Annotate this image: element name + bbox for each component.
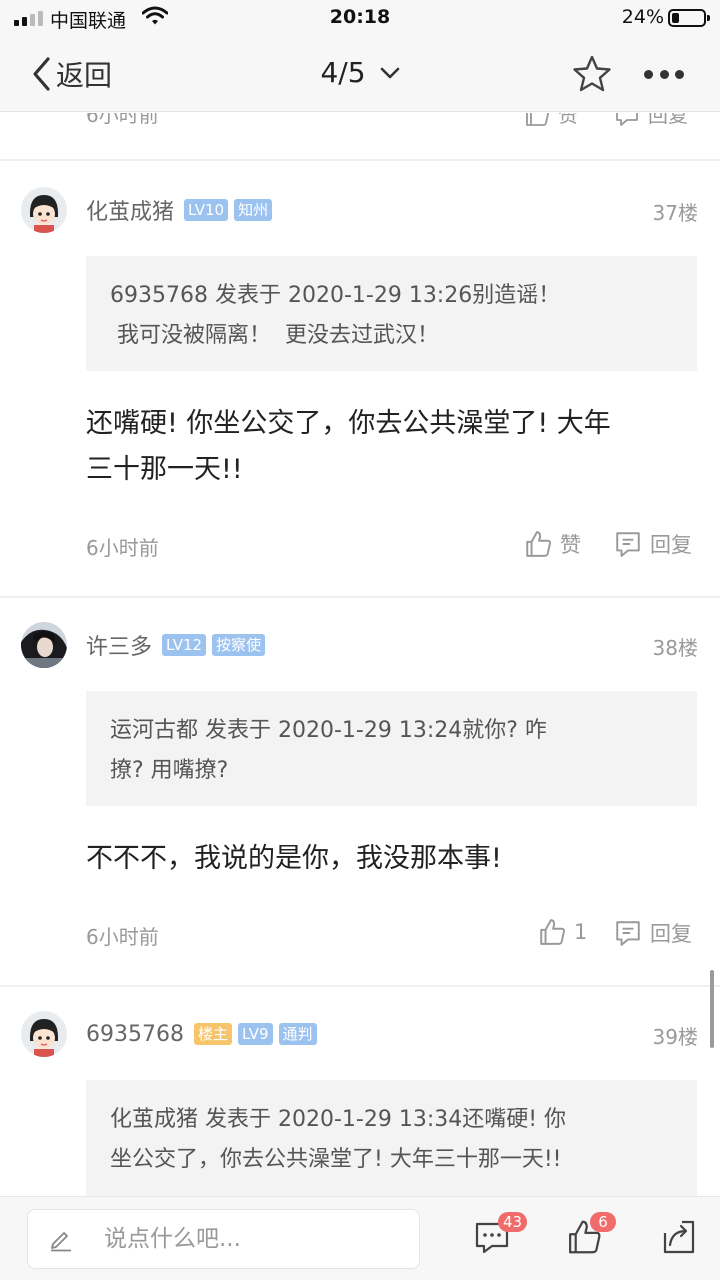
level-tag: LV10 bbox=[184, 199, 229, 221]
quote-block: 化茧成猪 发表于 2020-1-29 13:34还嘴硬! 你 坐公交了，你去公共… bbox=[86, 1080, 697, 1196]
post-time: 6小时前 bbox=[86, 113, 159, 127]
rank-tag: 知州 bbox=[234, 199, 273, 221]
body-line: 还嘴硬! 你坐公交了，你去公共澡堂了! 大年 bbox=[86, 408, 611, 439]
level-tag: LV12 bbox=[162, 634, 207, 656]
username[interactable]: 化茧成猪 bbox=[86, 194, 174, 226]
quote-block: 运河古都 发表于 2020-1-29 13:24就你? 咋 撩? 用嘴撩? bbox=[86, 691, 697, 806]
floor-number: 37楼 bbox=[652, 201, 698, 225]
like-thread-button[interactable]: 6 bbox=[566, 1212, 616, 1259]
body-line: 三十那一天!! bbox=[86, 454, 243, 485]
post-feed[interactable]: 6小时前 赞 回复 化茧成猪 LV10 知州 37楼 6935768 发表于 2… bbox=[0, 113, 720, 1196]
more-icon[interactable] bbox=[642, 54, 686, 94]
op-tag: 楼主 bbox=[193, 1023, 232, 1045]
username[interactable]: 许三多 bbox=[86, 629, 152, 661]
page-selector[interactable]: 4/5 bbox=[320, 56, 399, 89]
battery-percent: 24% bbox=[621, 6, 664, 28]
page-indicator-label: 4/5 bbox=[320, 56, 366, 89]
like-button[interactable]: 1 bbox=[538, 918, 587, 946]
share-button[interactable] bbox=[662, 1219, 702, 1259]
level-tag: LV9 bbox=[238, 1023, 273, 1045]
clock: 20:18 bbox=[329, 6, 391, 28]
reply-button[interactable]: 回复 bbox=[614, 113, 688, 128]
reply-label: 回复 bbox=[648, 113, 688, 127]
rank-tag: 按察使 bbox=[212, 634, 266, 656]
user-row: 化茧成猪 LV10 知州 bbox=[86, 194, 273, 226]
avatar[interactable] bbox=[21, 1011, 67, 1057]
pencil-icon bbox=[51, 1232, 71, 1252]
quote-line: 坐公交了，你去公共澡堂了! 大年三十那一天!! bbox=[110, 1147, 562, 1172]
like-button[interactable]: 赞 bbox=[524, 529, 581, 559]
reply-label: 回复 bbox=[650, 533, 692, 557]
user-row: 许三多 LV12 按察使 bbox=[86, 629, 266, 661]
battery-level bbox=[672, 13, 679, 23]
post-time: 6小时前 bbox=[86, 536, 159, 560]
post-body: 还嘴硬! 你坐公交了，你去公共澡堂了! 大年 三十那一天!! bbox=[86, 401, 706, 493]
post-body: 不不不，我说的是你，我没那本事! bbox=[86, 836, 706, 882]
thumbs-up-icon bbox=[526, 531, 551, 557]
like-count-badge: 6 bbox=[590, 1212, 616, 1232]
quote-line: 6935768 发表于 2020-1-29 13:26别造谣！ bbox=[110, 283, 561, 308]
comment-icon bbox=[616, 532, 640, 557]
quote-line: 运河古都 发表于 2020-1-29 13:24就你? 咋 bbox=[110, 718, 547, 743]
status-bar: 中国联通 20:18 24% bbox=[0, 0, 720, 36]
comment-text-field[interactable] bbox=[104, 1226, 404, 1252]
floor-number: 39楼 bbox=[652, 1025, 698, 1049]
share-icon bbox=[663, 1220, 695, 1254]
rank-tag: 通判 bbox=[278, 1023, 317, 1045]
comment-input[interactable] bbox=[27, 1209, 420, 1269]
like-label: 赞 bbox=[560, 533, 581, 557]
comment-count-badge: 43 bbox=[498, 1212, 528, 1232]
reply-button[interactable]: 回复 bbox=[614, 918, 692, 948]
quote-block: 6935768 发表于 2020-1-29 13:26别造谣！ 我可没被隔离！ … bbox=[86, 256, 697, 371]
body-line: 不不不，我说的是你，我没那本事! bbox=[86, 843, 502, 874]
comments-button[interactable]: 43 bbox=[474, 1212, 528, 1259]
scrollbar[interactable] bbox=[710, 970, 714, 1048]
like-button[interactable]: 赞 bbox=[524, 113, 578, 128]
star-icon[interactable] bbox=[572, 54, 612, 94]
partial-post: 6小时前 赞 回复 bbox=[0, 113, 720, 159]
post-divider bbox=[0, 159, 720, 161]
photo-avatar-icon bbox=[21, 622, 67, 668]
bottom-bar: 43 6 bbox=[0, 1196, 720, 1280]
post-divider bbox=[0, 596, 720, 598]
avatar[interactable] bbox=[21, 622, 67, 668]
thumbs-up-icon bbox=[526, 113, 549, 126]
reply-label: 回复 bbox=[650, 922, 692, 946]
chevron-down-icon bbox=[380, 67, 399, 78]
reply-button[interactable]: 回复 bbox=[614, 529, 692, 559]
post-time: 6小时前 bbox=[86, 925, 159, 949]
floor-number: 38楼 bbox=[652, 636, 698, 660]
thread-page: 中国联通 20:18 24% 返回 4/5 6小时前 赞 回复 化茧成猪 LV1… bbox=[0, 0, 720, 1280]
username[interactable]: 6935768 bbox=[86, 1022, 184, 1047]
user-row: 6935768 楼主 LV9 通判 bbox=[86, 1019, 317, 1049]
like-label: 赞 bbox=[558, 113, 578, 127]
avatar[interactable] bbox=[21, 187, 67, 233]
post-divider bbox=[0, 985, 720, 987]
quote-line: 化茧成猪 发表于 2020-1-29 13:34还嘴硬! 你 bbox=[110, 1107, 567, 1132]
navigation-bar: 返回 4/5 bbox=[0, 36, 720, 112]
comment-icon bbox=[616, 921, 640, 946]
page-indicator: 4/5 bbox=[0, 56, 720, 89]
like-count: 1 bbox=[574, 920, 588, 944]
cartoon-avatar-icon bbox=[21, 1011, 67, 1057]
quote-line: 撩? 用嘴撩? bbox=[110, 758, 229, 783]
battery-icon bbox=[668, 9, 710, 27]
thumbs-up-icon bbox=[540, 919, 565, 945]
comment-icon bbox=[616, 113, 638, 126]
cartoon-avatar-icon bbox=[21, 187, 67, 233]
quote-line: 我可没被隔离！ 更没去过武汉！ bbox=[110, 323, 439, 348]
